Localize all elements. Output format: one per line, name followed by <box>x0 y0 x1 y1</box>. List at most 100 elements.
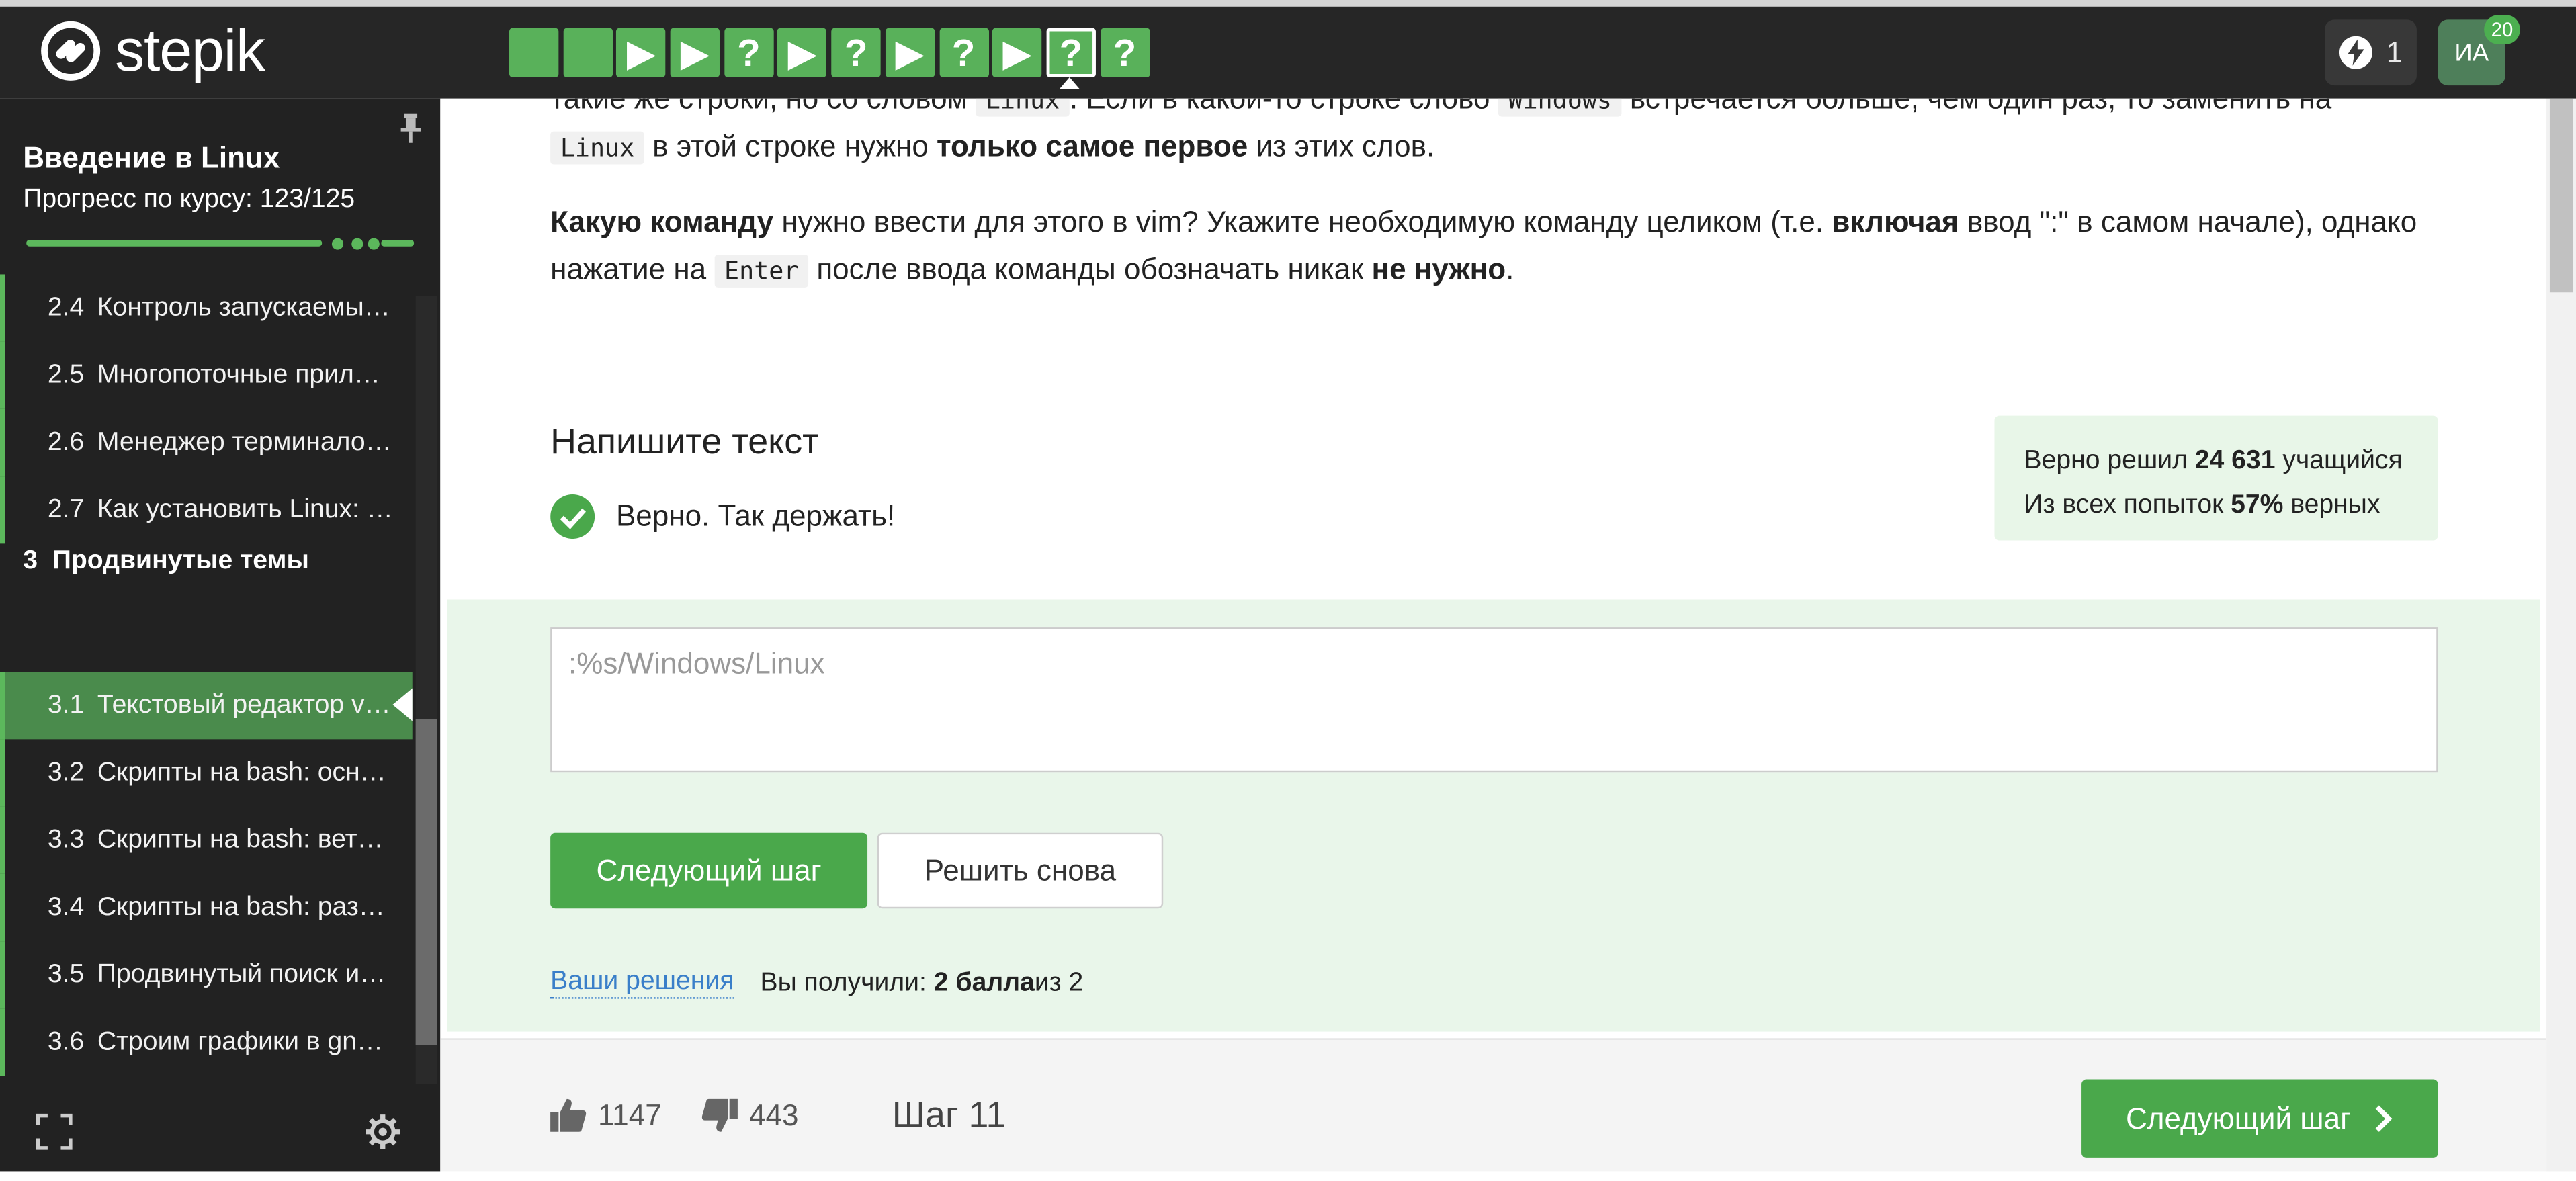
lesson-title: Как установить Linux: … <box>97 495 393 523</box>
play-icon: ▶ <box>787 30 817 73</box>
lesson-number: 2.5 <box>47 360 85 389</box>
solve-again-button[interactable]: Решить снова <box>877 832 1164 909</box>
answer-textarea[interactable]: :%s/Windows/Linux <box>550 627 2438 773</box>
step-tile-8[interactable]: ▶ <box>885 28 935 77</box>
solved-count: 24 631 <box>2194 447 2276 475</box>
step-tile-12[interactable]: ? <box>1100 28 1150 77</box>
task-question: Какую команду нужно ввести для этого в v… <box>550 199 2440 296</box>
play-icon: ▶ <box>626 30 656 73</box>
stats-solved: Верно решил 24 631 учащийся <box>2024 439 2408 483</box>
dislike-button[interactable]: 443 <box>700 1096 799 1135</box>
pin-icon[interactable] <box>399 112 422 144</box>
gear-icon[interactable] <box>365 1114 401 1150</box>
stepik-logo[interactable]: stepik <box>40 19 265 82</box>
lesson-item-3-2[interactable]: 3.2 Скрипты на bash: осн… <box>0 739 413 807</box>
attempts-percent: 57% <box>2231 491 2284 519</box>
check-circle-icon <box>550 494 595 539</box>
lesson-done-marker <box>0 941 5 1009</box>
lightning-icon <box>2340 36 2374 69</box>
lesson-done-marker <box>0 274 5 342</box>
step-tile-3[interactable]: ▶ <box>616 28 667 77</box>
lesson-item-2-6[interactable]: 2.6 Менеджер терминало… <box>0 408 413 477</box>
section-heading[interactable]: 3 Продвинутые темы <box>23 547 309 576</box>
step-tile-9[interactable]: ? <box>939 28 988 77</box>
lesson-number: 3.6 <box>47 1027 85 1056</box>
active-lesson-pointer <box>392 688 413 721</box>
fullscreen-icon[interactable] <box>36 1113 73 1150</box>
dislikes-count: 443 <box>749 1098 799 1131</box>
lesson-item-3-3[interactable]: 3.3 Скрипты на bash: вет… <box>0 806 413 874</box>
lesson-title: Строим графики в gn… <box>97 1027 384 1056</box>
step-content: такие же строки, но со словом Linux . Есл… <box>440 98 2547 1172</box>
text-run: такие же строки, но со словом <box>550 99 976 115</box>
question-icon: ? <box>1113 30 1137 73</box>
text-run: учащийся <box>2275 447 2403 475</box>
lesson-item-2-4[interactable]: 2.4 Контроль запускаемы… <box>0 274 413 342</box>
text-run: . Если в какой-то строке слово <box>1070 99 1498 115</box>
like-button[interactable]: 1147 <box>549 1096 662 1135</box>
text-run: . <box>1506 253 1514 286</box>
text-run: Верно решил <box>2024 447 2195 475</box>
bold-text: включая <box>1832 205 1959 238</box>
step-tile-5[interactable]: ? <box>724 28 774 77</box>
lesson-title: Контроль запускаемы… <box>97 293 390 322</box>
thumbs-down-icon <box>701 1098 738 1132</box>
lesson-done-marker <box>0 341 5 409</box>
task-heading: Напишите текст <box>550 420 819 462</box>
lesson-number: 3.4 <box>47 892 85 921</box>
course-sidebar: Введение в Linux Прогресс по курсу: 123/… <box>0 98 441 1172</box>
text-run: из этих слов. <box>1248 130 1435 163</box>
browser-rim <box>0 0 2576 7</box>
lesson-title: Текстовый редактор v… <box>97 691 391 719</box>
bold-text: не нужно <box>1371 253 1506 286</box>
next-step-button[interactable]: Следующий шаг <box>550 832 868 909</box>
lesson-title: Менеджер терминало… <box>97 427 392 456</box>
question-icon: ? <box>1059 30 1083 73</box>
text-run: после ввода команды обозначать никак <box>808 253 1372 286</box>
inline-code: Linux <box>550 131 644 165</box>
step-number-label: Шаг 11 <box>892 1094 1006 1135</box>
lesson-done-marker <box>0 739 5 807</box>
sidebar-scrollbar-thumb[interactable] <box>415 719 437 1045</box>
next-step-bottom-label: Следующий шаг <box>2126 1101 2352 1135</box>
text-run: из 2 <box>1034 968 1084 997</box>
inline-code: Enter <box>714 255 809 288</box>
energy-button[interactable]: 1 <box>2324 19 2417 86</box>
bold-text: только самое первое <box>937 130 1248 163</box>
lesson-done-marker <box>0 672 5 740</box>
step-tile-2[interactable] <box>562 28 613 77</box>
step-tile-10[interactable]: ▶ <box>992 28 1042 77</box>
step-tile-1[interactable] <box>509 28 559 77</box>
lesson-done-marker <box>0 408 5 477</box>
course-title[interactable]: Введение в Linux <box>23 141 280 175</box>
course-progress-label: Прогресс по курсу: 123/125 <box>23 185 355 214</box>
text-run: в этой строке нужно <box>644 130 937 163</box>
page-scrollbar-thumb[interactable] <box>2549 98 2573 293</box>
lesson-item-2-7[interactable]: 2.7 Как установить Linux: … <box>0 476 413 544</box>
avatar-initials: ИА <box>2454 38 2489 67</box>
step-tile-11[interactable]: ? <box>1046 28 1096 77</box>
result-status: Верно. Так держать! <box>550 494 895 539</box>
step-tile-7[interactable]: ? <box>831 28 881 77</box>
stats-attempts: Из всех попыток 57% верных <box>2024 483 2408 527</box>
course-progress-fill <box>26 239 323 247</box>
play-icon: ▶ <box>680 30 710 73</box>
your-solutions-link[interactable]: Ваши решения <box>550 967 734 999</box>
step-navigation: ▶ ▶? ▶? ▶? ▶?? <box>509 28 1154 77</box>
step-tile-6[interactable]: ▶ <box>777 28 828 77</box>
step-tile-4[interactable]: ▶ <box>670 28 720 77</box>
task-text-line-2: Linux в этой строке нужно только самое п… <box>550 123 2440 172</box>
question-icon: ? <box>845 30 868 73</box>
solve-stats: Верно решил 24 631 учащийся Из всех попы… <box>1994 415 2438 541</box>
question-icon: ? <box>951 30 976 73</box>
lesson-item-3-5[interactable]: 3.5 Продвинутый поиск и… <box>0 941 413 1009</box>
next-step-bottom-button[interactable]: Следующий шаг <box>2081 1079 2438 1158</box>
lesson-item-3-4[interactable]: 3.4 Скрипты на bash: раз… <box>0 873 413 942</box>
top-bar: stepik ▶ ▶? ▶? ▶? ▶?? 1 ИА 20 <box>0 0 2576 99</box>
play-icon: ▶ <box>1002 30 1032 73</box>
text-run: нужно ввести для этого в vim? Укажите не… <box>773 205 1832 238</box>
lesson-item-3-1[interactable]: 3.1 Текстовый редактор v… <box>0 672 413 740</box>
stepik-logo-icon <box>41 21 101 81</box>
lesson-item-3-6[interactable]: 3.6 Строим графики в gn… <box>0 1008 413 1076</box>
lesson-item-2-5[interactable]: 2.5 Многопоточные прил… <box>0 341 413 409</box>
